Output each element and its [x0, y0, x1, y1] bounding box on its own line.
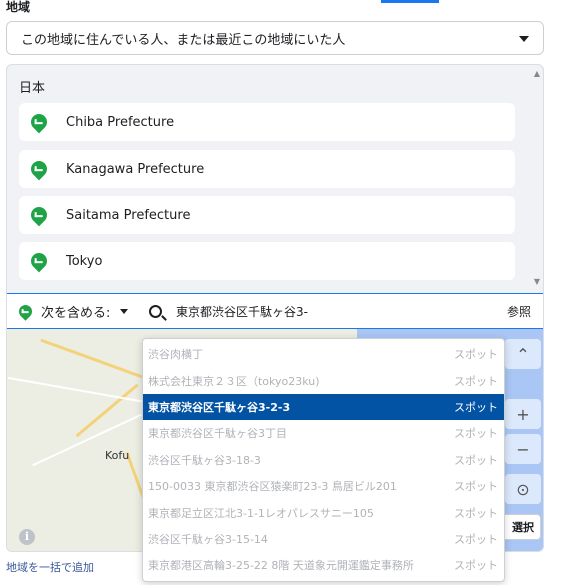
suggestion-item[interactable]: 東京都渋谷区千駄ヶ谷3丁目 スポット	[143, 420, 504, 446]
include-label: 次を含める:	[41, 305, 111, 321]
bulk-add-locations-link[interactable]: 地域を一括で追加	[6, 559, 94, 575]
suggestion-type: スポット	[454, 348, 498, 362]
location-pin-check-icon	[27, 249, 51, 273]
active-tab-indicator	[381, 0, 439, 3]
suggestion-item[interactable]: 東京都足立区江北3-1-1レオパレスサニー105 スポット	[143, 499, 504, 525]
suggestion-name: 渋谷区千駄ヶ谷3-15-14	[148, 532, 268, 546]
suggestion-name: 東京都足立区江北3-1-1レオパレスサニー105	[148, 506, 374, 520]
suggestion-item[interactable]: 渋谷肉横丁 スポット	[143, 341, 504, 367]
caret-down-icon	[120, 308, 129, 314]
map-collapse-icon[interactable]: ⌃	[505, 339, 541, 369]
suggestion-type: スポット	[454, 427, 498, 441]
caret-down-icon	[519, 36, 529, 42]
drop-pin-icon[interactable]: ⊙	[505, 474, 541, 504]
suggestion-type: スポット	[454, 506, 498, 520]
search-icon	[149, 304, 162, 318]
suggestion-type: スポット	[454, 453, 498, 467]
location-item-label: Chiba Prefecture	[66, 114, 175, 130]
location-search-input[interactable]	[176, 304, 476, 318]
suggestion-name: 東京都渋谷区千駄ヶ谷3-2-3	[148, 400, 291, 414]
suggestion-name: 東京都渋谷区千駄ヶ谷3丁目	[148, 427, 287, 441]
location-pin-check-icon	[27, 203, 51, 227]
location-type-value: この地域に住んでいる人、または最近この地域にいた人	[21, 32, 346, 48]
map-city-label: Kofu	[105, 449, 130, 462]
zoom-out-icon[interactable]: −	[505, 434, 541, 464]
location-type-dropdown[interactable]: この地域に住んでいる人、または最近この地域にいた人	[6, 21, 544, 55]
suggestion-type: スポット	[454, 374, 498, 388]
location-suggestions-list: 渋谷肉横丁 スポット 株式会社東京２３区（tokyo23ku) スポット 東京都…	[142, 338, 505, 582]
suggestion-type: スポット	[454, 480, 498, 494]
suggestion-name: 株式会社東京２３区（tokyo23ku)	[148, 374, 320, 388]
include-exclude-dropdown[interactable]: 次を含める:	[7, 294, 139, 328]
suggestion-item[interactable]: 渋谷区千駄ヶ谷3-18-3 スポット	[143, 447, 504, 473]
browse-link[interactable]: 参照	[507, 303, 531, 320]
suggestion-name: 150-0033 東京都渋谷区猿楽町23-3 鳥居ビル201	[148, 480, 397, 494]
info-icon[interactable]: i	[19, 529, 35, 545]
map-road	[40, 338, 154, 383]
suggestion-type: スポット	[454, 400, 498, 414]
country-label: 日本	[19, 81, 46, 96]
location-item-label: Kanagawa Prefecture	[66, 161, 205, 177]
suggestion-name: 渋谷区千駄ヶ谷3-18-3	[148, 453, 261, 467]
location-pin-check-icon	[27, 157, 51, 181]
location-item-tokyo[interactable]: Tokyo	[19, 242, 515, 280]
location-pin-check-icon	[27, 110, 51, 134]
suggestion-item[interactable]: 150-0033 東京都渋谷区猿楽町23-3 鳥居ビル201 スポット	[143, 473, 504, 499]
suggestion-item[interactable]: 東京都港区高輪3-25-22 8階 天道象元開運鑑定事務所 スポット	[143, 552, 504, 578]
location-search-bar: 次を含める: 参照	[7, 293, 543, 329]
suggestion-type: スポット	[454, 559, 498, 573]
suggestion-type: スポット	[454, 532, 498, 546]
zoom-in-icon[interactable]: +	[505, 399, 541, 429]
suggestion-item[interactable]: 株式会社東京２３区（tokyo23ku) スポット	[143, 367, 504, 393]
suggestion-name: 渋谷肉横丁	[148, 348, 203, 362]
scroll-up-arrow-icon[interactable]: ▲	[534, 69, 540, 78]
location-item-label: Tokyo	[66, 253, 103, 269]
section-label: 地域	[6, 0, 31, 14]
location-pin-icon	[16, 301, 35, 321]
suggestion-item-selected[interactable]: 東京都渋谷区千駄ヶ谷3-2-3 スポット	[143, 393, 504, 421]
scroll-down-arrow-icon[interactable]: ▼	[534, 277, 540, 286]
suggestion-item[interactable]: 渋谷区千駄ヶ谷3-15-14 スポット	[143, 526, 504, 552]
location-item-saitama[interactable]: Saitama Prefecture	[19, 196, 515, 234]
location-item-kanagawa[interactable]: Kanagawa Prefecture	[19, 150, 515, 188]
suggestion-name: 東京都港区高輪3-25-22 8階 天道象元開運鑑定事務所	[148, 559, 414, 573]
map-road	[7, 376, 147, 404]
location-item-chiba[interactable]: Chiba Prefecture	[19, 103, 515, 141]
location-item-label: Saitama Prefecture	[66, 207, 191, 223]
